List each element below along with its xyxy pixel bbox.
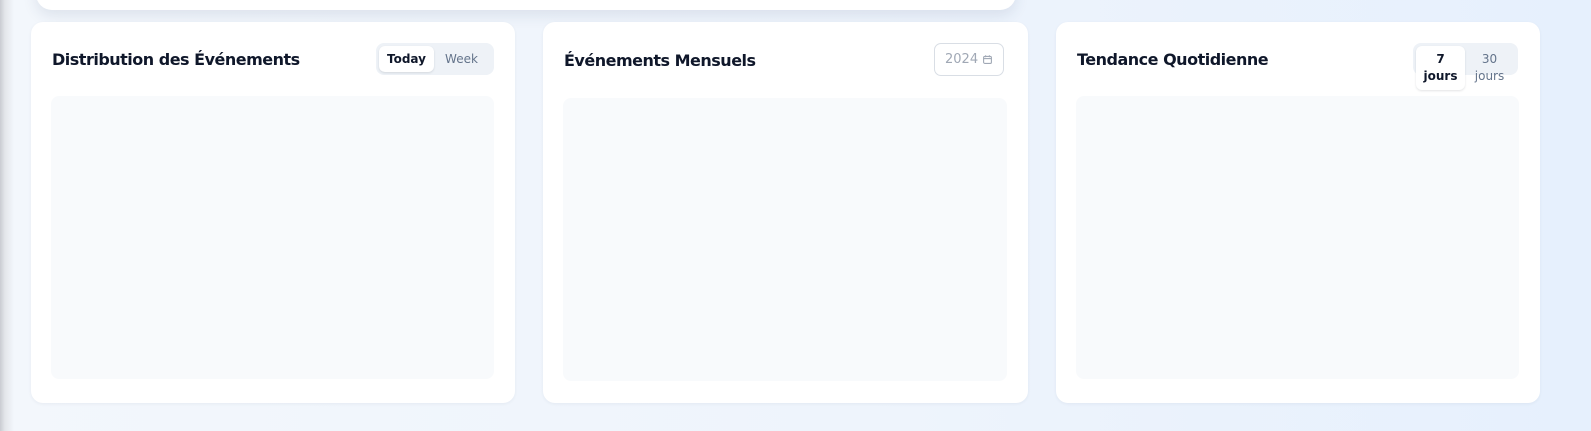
daily-trend-chart-area	[1076, 96, 1519, 379]
calendar-icon	[983, 55, 992, 64]
period-toggle: Today Week	[376, 43, 494, 75]
card-title: Distribution des Événements	[52, 50, 300, 69]
button-label-unit: jours	[1423, 69, 1458, 83]
button-label-number: 7	[1436, 52, 1445, 66]
button-label-number: 30	[1481, 52, 1498, 66]
distribution-chart-area	[51, 96, 494, 379]
monthly-events-card: Événements Mensuels 2024	[543, 22, 1028, 403]
card-title: Événements Mensuels	[564, 51, 756, 70]
card-title: Tendance Quotidienne	[1077, 50, 1269, 69]
week-button[interactable]: Week	[434, 46, 489, 72]
7-days-button[interactable]: 7 jours	[1416, 46, 1465, 90]
monthly-chart-area	[563, 98, 1007, 381]
year-value: 2024	[945, 52, 979, 67]
30-days-button[interactable]: 30 jours	[1465, 46, 1514, 90]
event-distribution-card: Distribution des Événements Today Week	[31, 22, 515, 403]
year-picker[interactable]: 2024	[934, 43, 1004, 76]
today-button[interactable]: Today	[379, 46, 434, 72]
button-label-unit: jours	[1474, 69, 1505, 83]
daily-trend-card: Tendance Quotidienne 7 jours 30 jours	[1056, 22, 1540, 403]
header-panel-bottom	[36, 0, 1016, 10]
range-toggle: 7 jours 30 jours	[1413, 43, 1518, 90]
sidebar-edge-shadow	[0, 0, 14, 431]
